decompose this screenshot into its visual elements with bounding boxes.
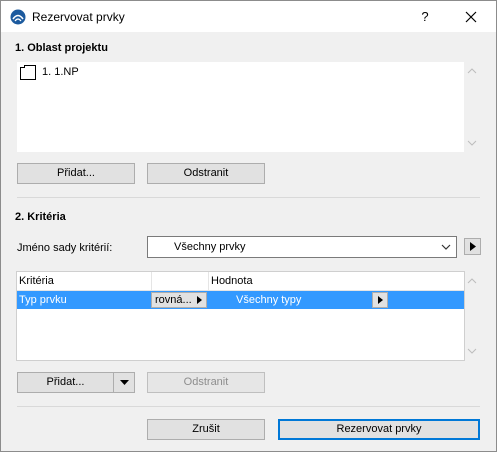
criteria-set-dropdown[interactable]: Všechny prvky — [147, 236, 457, 258]
value-cell: Všechny typy — [236, 294, 302, 306]
story-list-scrollbar[interactable] — [464, 62, 480, 152]
column-separator — [151, 272, 152, 290]
triangle-right-icon — [378, 296, 383, 304]
value-popup-button[interactable] — [372, 292, 388, 308]
story-label: 1. 1.NP — [42, 66, 79, 78]
triangle-right-icon — [470, 242, 476, 251]
remove-criterion-button[interactable]: Odstranit — [147, 372, 265, 393]
criteria-set-menu-button[interactable] — [464, 238, 481, 255]
scroll-down-icon[interactable] — [467, 140, 477, 146]
criterion-cell: Typ prvku — [19, 294, 67, 306]
add-criterion-menu-button[interactable] — [113, 372, 135, 393]
add-criterion-button[interactable]: Přidat... — [17, 372, 113, 393]
column-separator — [208, 272, 209, 290]
criteria-set-label: Jméno sady kritérií: — [17, 242, 113, 254]
remove-story-button[interactable]: Odstranit — [147, 163, 265, 184]
footer-divider — [17, 406, 480, 407]
table-header: Kritéria Hodnota — [17, 272, 464, 291]
story-list-item[interactable]: 1. 1.NP — [19, 64, 439, 80]
scroll-down-icon[interactable] — [467, 348, 477, 354]
column-header-criteria[interactable]: Kritéria — [19, 275, 54, 287]
scroll-up-icon[interactable] — [467, 68, 477, 74]
triangle-down-icon — [120, 380, 129, 385]
column-header-value[interactable]: Hodnota — [211, 275, 253, 287]
title-bar: Rezervovat prvky ? — [1, 1, 496, 32]
archicad-logo-icon — [10, 9, 26, 25]
scroll-up-icon[interactable] — [467, 278, 477, 284]
reserve-elements-button[interactable]: Rezervovat prvky — [278, 419, 480, 440]
window-title: Rezervovat prvky — [32, 10, 125, 24]
criteria-table-scrollbar[interactable] — [464, 272, 480, 360]
help-button[interactable]: ? — [411, 5, 439, 29]
criteria-heading: 2. Kritéria — [15, 211, 66, 223]
section-divider — [17, 197, 480, 198]
chevron-down-icon — [441, 244, 451, 250]
project-area-heading: 1. Oblast projektu — [15, 42, 108, 54]
criteria-set-value: Všechny prvky — [174, 241, 246, 253]
operator-label: rovná... — [155, 294, 192, 306]
triangle-right-icon — [197, 296, 202, 304]
story-icon — [20, 65, 36, 80]
table-row[interactable]: Typ prvku rovná... Všechny typy — [17, 291, 464, 309]
close-icon[interactable] — [456, 5, 486, 29]
cancel-button[interactable]: Zrušit — [147, 419, 265, 440]
reserve-elements-dialog: Rezervovat prvky ? 1. Oblast projektu 1.… — [0, 0, 497, 452]
story-list: 1. 1.NP — [17, 62, 477, 152]
criteria-table: Kritéria Hodnota Typ prvku rovná... Všec… — [16, 271, 477, 361]
operator-popup-button[interactable]: rovná... — [151, 292, 207, 308]
add-story-button[interactable]: Přidat... — [17, 163, 135, 184]
